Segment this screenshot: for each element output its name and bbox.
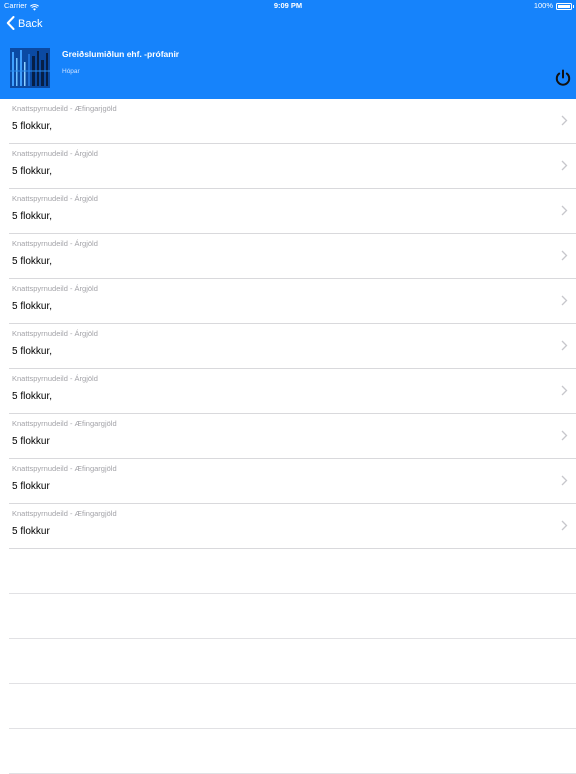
- list-item[interactable]: Knattspyrnudeild - Æfingargjöld 5 flokku…: [0, 459, 576, 504]
- chevron-right-icon: [561, 295, 568, 306]
- row-title: 5 flokkur,: [12, 256, 53, 267]
- account-header: Greiðslumiðlun ehf. -prófanir Hópar: [0, 37, 576, 99]
- row-title: 5 flokkur: [12, 436, 50, 447]
- power-icon: [555, 69, 571, 86]
- empty-row: [0, 594, 576, 639]
- status-bar: Carrier 9:09 PM 100%: [0, 0, 576, 12]
- row-title: 5 flokkur: [12, 526, 50, 537]
- row-title: 5 flokkur,: [12, 121, 53, 132]
- battery-icon: [556, 2, 574, 10]
- navigation-bar: Back: [0, 12, 576, 36]
- empty-row: [0, 729, 576, 774]
- company-logo: [10, 48, 50, 88]
- empty-row: [0, 639, 576, 684]
- power-button[interactable]: [554, 69, 572, 87]
- chevron-right-icon: [561, 520, 568, 531]
- row-subtitle: Knattspyrnudeild - Æfingargjöld: [12, 419, 117, 428]
- row-title: 5 flokkur: [12, 481, 50, 492]
- row-subtitle: Knattspyrnudeild - Árgjöld: [12, 194, 98, 203]
- row-subtitle: Knattspyrnudeild - Árgjöld: [12, 284, 98, 293]
- list-item[interactable]: Knattspyrnudeild - Æfingarjgöld 5 flokku…: [0, 99, 576, 144]
- battery-percent: 100%: [533, 1, 553, 10]
- group-list: Knattspyrnudeild - Æfingarjgöld 5 flokku…: [0, 99, 576, 774]
- chevron-right-icon: [561, 475, 568, 486]
- row-subtitle: Knattspyrnudeild - Æfingargjöld: [12, 509, 117, 518]
- row-subtitle: Knattspyrnudeild - Árgjöld: [12, 329, 98, 338]
- chevron-right-icon: [561, 160, 568, 171]
- empty-row: [0, 684, 576, 729]
- row-subtitle: Knattspyrnudeild - Æfingargjöld: [12, 464, 117, 473]
- header-background: Carrier 9:09 PM 100% Back Greiðslumiðlun…: [0, 0, 576, 99]
- row-subtitle: Knattspyrnudeild - Árgjöld: [12, 149, 98, 158]
- row-title: 5 flokkur,: [12, 166, 53, 177]
- list-item[interactable]: Knattspyrnudeild - Árgjöld 5 flokkur,: [0, 279, 576, 324]
- list-item[interactable]: Knattspyrnudeild - Árgjöld 5 flokkur,: [0, 369, 576, 414]
- row-title: 5 flokkur,: [12, 391, 53, 402]
- row-title: 5 flokkur,: [12, 211, 53, 222]
- chevron-right-icon: [561, 385, 568, 396]
- row-title: 5 flokkur,: [12, 346, 53, 357]
- row-subtitle: Knattspyrnudeild - Árgjöld: [12, 239, 98, 248]
- chevron-right-icon: [561, 430, 568, 441]
- row-subtitle: Knattspyrnudeild - Æfingarjgöld: [12, 104, 117, 113]
- chevron-left-icon: [6, 15, 15, 33]
- list-item[interactable]: Knattspyrnudeild - Árgjöld 5 flokkur,: [0, 189, 576, 234]
- chevron-right-icon: [561, 115, 568, 126]
- back-label: Back: [18, 18, 43, 30]
- list-item[interactable]: Knattspyrnudeild - Árgjöld 5 flokkur,: [0, 324, 576, 369]
- list-item[interactable]: Knattspyrnudeild - Árgjöld 5 flokkur,: [0, 144, 576, 189]
- status-time: 9:09 PM: [273, 1, 303, 10]
- empty-row: [0, 549, 576, 594]
- company-name: Greiðslumiðlun ehf. -prófanir: [62, 49, 180, 59]
- list-item[interactable]: Knattspyrnudeild - Æfingargjöld 5 flokku…: [0, 504, 576, 549]
- battery-indicator: 100%: [533, 0, 574, 12]
- back-button[interactable]: Back: [6, 14, 42, 34]
- list-item[interactable]: Knattspyrnudeild - Árgjöld 5 flokkur,: [0, 234, 576, 279]
- row-title: 5 flokkur,: [12, 301, 53, 312]
- screen-subtitle: Hópar: [62, 68, 80, 75]
- chevron-right-icon: [561, 340, 568, 351]
- chevron-right-icon: [561, 250, 568, 261]
- chevron-right-icon: [561, 205, 568, 216]
- row-subtitle: Knattspyrnudeild - Árgjöld: [12, 374, 98, 383]
- list-item[interactable]: Knattspyrnudeild - Æfingargjöld 5 flokku…: [0, 414, 576, 459]
